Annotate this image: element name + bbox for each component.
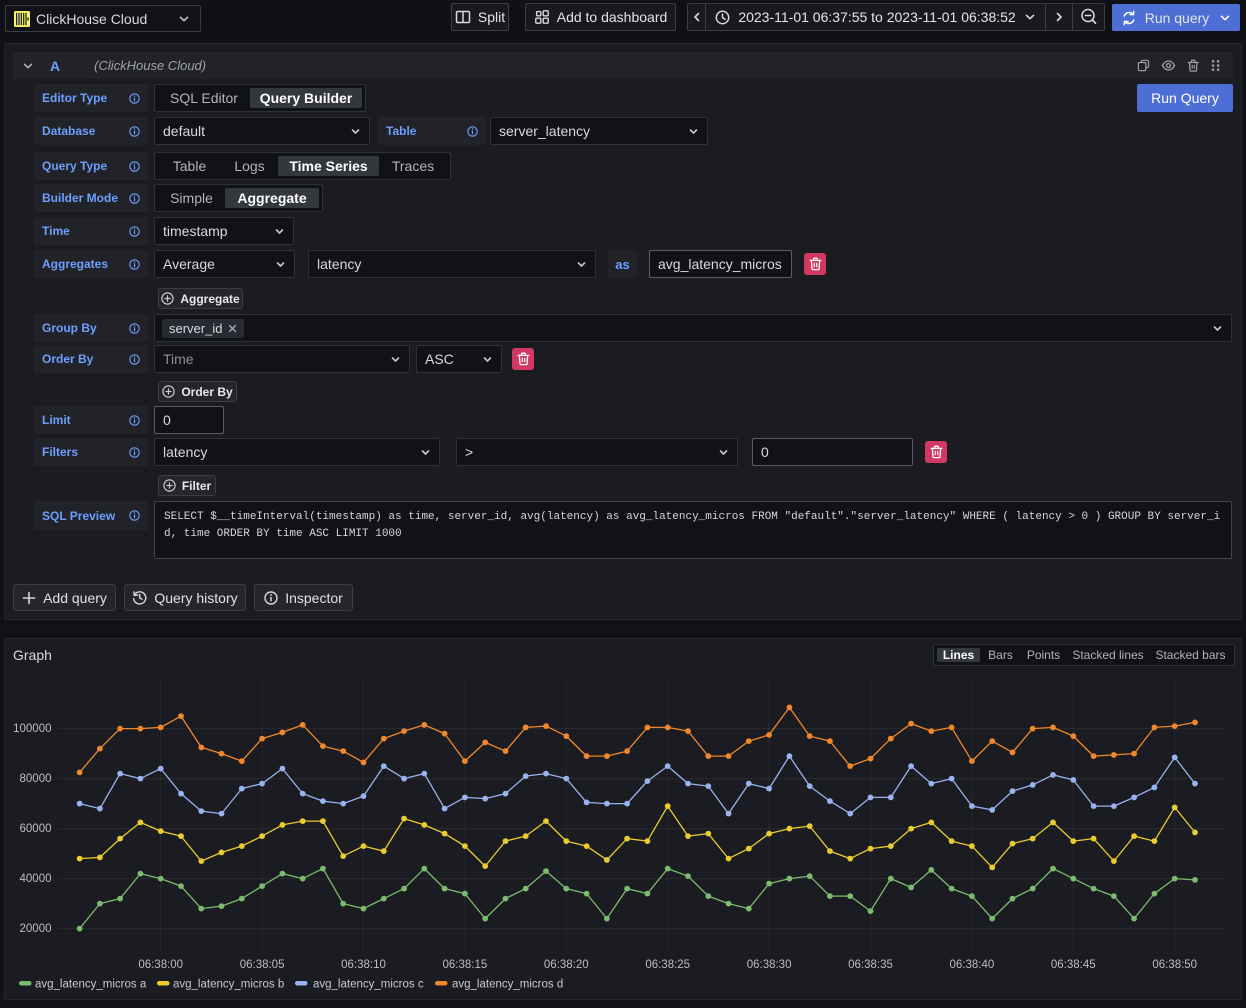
svg-text:06:38:25: 06:38:25: [645, 959, 690, 971]
svg-text:06:38:20: 06:38:20: [544, 959, 589, 971]
svg-text:20000: 20000: [20, 923, 52, 935]
svg-text:06:38:45: 06:38:45: [1051, 959, 1096, 971]
svg-text:06:38:40: 06:38:40: [950, 959, 995, 971]
svg-text:60000: 60000: [20, 823, 52, 835]
svg-text:06:38:10: 06:38:10: [341, 959, 386, 971]
svg-text:06:38:35: 06:38:35: [848, 959, 893, 971]
svg-text:06:38:50: 06:38:50: [1152, 959, 1197, 971]
svg-text:06:38:05: 06:38:05: [240, 959, 285, 971]
svg-text:06:38:00: 06:38:00: [138, 959, 183, 971]
svg-text:40000: 40000: [20, 873, 52, 885]
svg-text:avg_latency_micros c: avg_latency_micros c: [313, 979, 424, 991]
svg-text:avg_latency_micros a: avg_latency_micros a: [35, 979, 147, 991]
svg-text:avg_latency_micros b: avg_latency_micros b: [173, 979, 284, 991]
svg-text:avg_latency_micros d: avg_latency_micros d: [452, 979, 563, 991]
svg-text:100000: 100000: [13, 723, 51, 735]
svg-text:06:38:15: 06:38:15: [443, 959, 488, 971]
svg-text:06:38:30: 06:38:30: [747, 959, 792, 971]
svg-text:80000: 80000: [20, 773, 52, 785]
